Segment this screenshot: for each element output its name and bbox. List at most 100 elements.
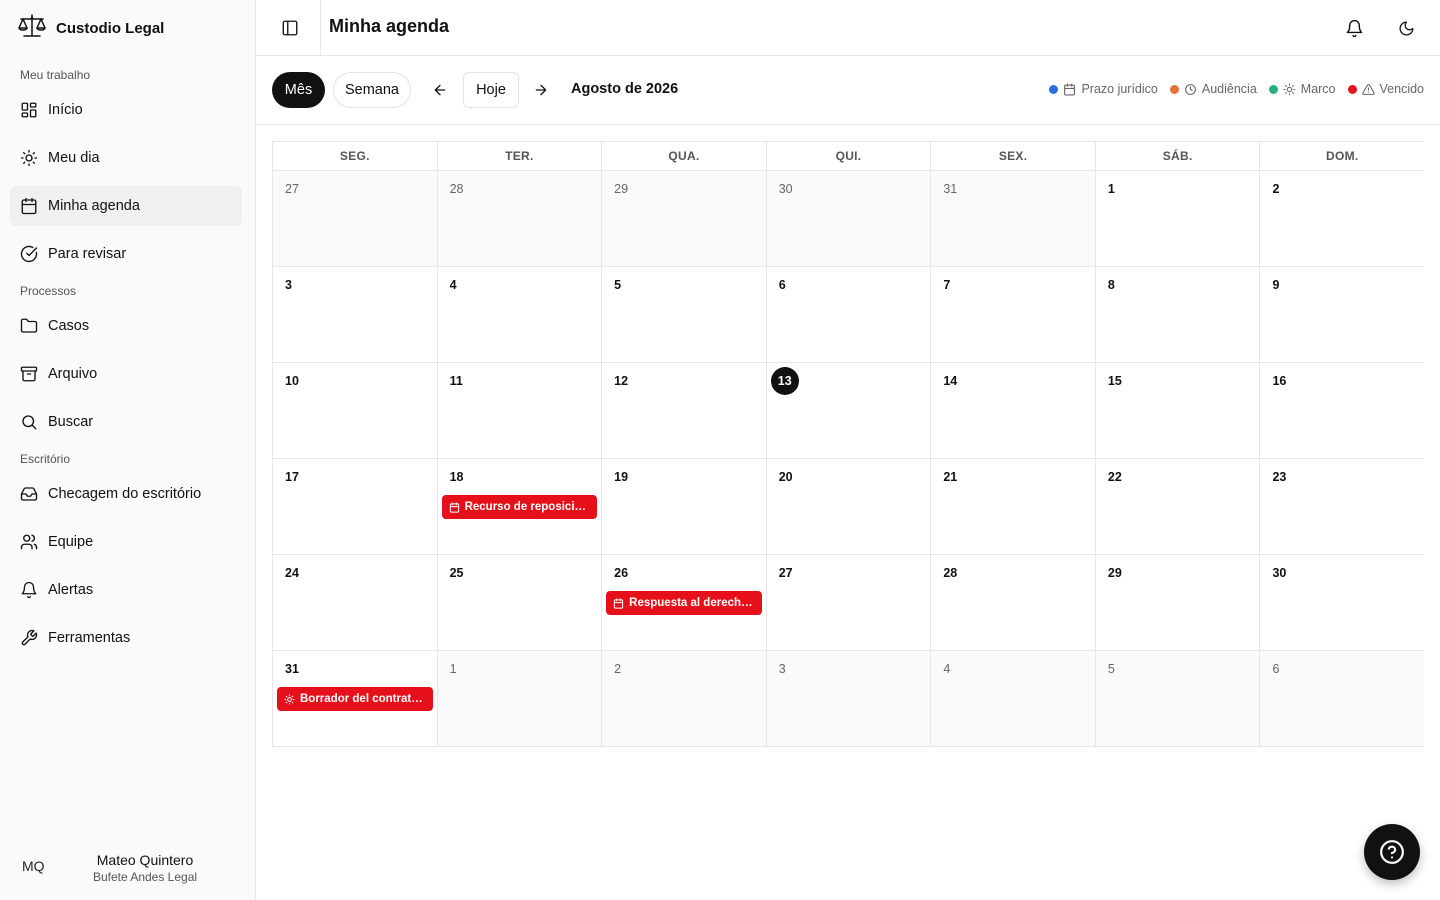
day-number: 19 xyxy=(614,470,629,484)
calendar-day-cell[interactable]: 9 xyxy=(1260,267,1425,363)
sidebar-item-tools[interactable]: Ferramentas xyxy=(10,618,242,658)
next-month-button[interactable] xyxy=(531,80,551,100)
calendar-day-cell[interactable]: 8 xyxy=(1095,267,1261,363)
day-number: 10 xyxy=(285,374,299,388)
sidebar-toggle-button[interactable] xyxy=(278,16,302,40)
calendar-day-cell[interactable]: 15 xyxy=(1095,363,1261,459)
calendar-day-cell[interactable]: 30 xyxy=(766,171,932,267)
sidebar-item-label: Alertas xyxy=(48,582,94,598)
calendar-day-cell[interactable]: 2 xyxy=(602,651,767,747)
sidebar-item-label: Meu dia xyxy=(48,150,100,166)
calendar-day-cell[interactable]: 5 xyxy=(602,267,767,363)
notifications-button[interactable] xyxy=(1342,16,1366,40)
calendar-day-cell[interactable]: 14 xyxy=(931,363,1096,459)
calendar-day-cell[interactable]: 3 xyxy=(766,651,932,747)
event-chip[interactable]: Respuesta al derecho... xyxy=(606,591,762,615)
sidebar-item-cases[interactable]: Casos xyxy=(10,306,242,346)
sidebar-item-my-day[interactable]: Meu dia xyxy=(10,138,242,178)
weekday-label: SEX. xyxy=(931,142,1096,171)
calendar-icon xyxy=(1064,83,1076,95)
legend-item-deadline: Prazo jurídico xyxy=(1049,82,1158,96)
calendar-day-cell[interactable]: 27 xyxy=(273,171,438,267)
sidebar-item-my-agenda[interactable]: Minha agenda xyxy=(10,186,242,226)
calendar-day-cell[interactable]: 1 xyxy=(437,651,603,747)
calendar-day-cell[interactable]: 10 xyxy=(273,363,438,459)
legend-item-milestone: Marco xyxy=(1268,82,1336,96)
calendar-toolbar: Mês Semana Hoje Agosto de 2026 Prazo jur… xyxy=(256,56,1440,125)
sidebar-item-office-check[interactable]: Checagem do escritório xyxy=(10,474,242,514)
day-number: 24 xyxy=(285,566,299,580)
sun-icon xyxy=(284,693,295,705)
view-month-button[interactable]: Mês xyxy=(272,72,325,108)
calendar-day-cell[interactable]: 20 xyxy=(766,459,932,555)
event-chip[interactable]: Recurso de reposició... xyxy=(441,495,598,519)
calendar-day-cell[interactable]: 31 xyxy=(931,171,1096,267)
calendar-day-cell[interactable]: 1 xyxy=(1095,171,1261,267)
calendar-day-cell[interactable]: 30 xyxy=(1260,555,1425,651)
brand-name: Custodio Legal xyxy=(56,19,165,37)
calendar-day-cell[interactable]: 29 xyxy=(1095,555,1261,651)
sidebar-item-archive[interactable]: Arquivo xyxy=(10,354,242,394)
calendar-day-cell[interactable]: 28 xyxy=(931,555,1096,651)
calendar-day-cell[interactable]: 2 xyxy=(1260,171,1425,267)
legend: Prazo jurídico Audiência Marco Vencido xyxy=(1049,82,1424,96)
calendar-day-cell[interactable]: 31 Borrador del contrato... xyxy=(273,651,438,747)
day-number: 26 xyxy=(614,566,629,580)
weekday-label: QUI. xyxy=(766,142,932,171)
calendar-day-cell[interactable]: 12 xyxy=(602,363,767,459)
legend-dot xyxy=(1347,84,1357,94)
calendar-day-cell[interactable]: 24 xyxy=(273,555,438,651)
calendar-day-cell[interactable]: 3 xyxy=(273,267,438,363)
calendar-day-cell[interactable]: 5 xyxy=(1095,651,1261,747)
calendar-day-cell[interactable]: 27 xyxy=(766,555,932,651)
calendar-day-cell[interactable]: 6 xyxy=(766,267,932,363)
calendar-day-cell[interactable]: 21 xyxy=(931,459,1096,555)
calendar-day-cell[interactable]: 7 xyxy=(931,267,1096,363)
section-label-office: Escritório xyxy=(20,452,71,466)
day-number: 11 xyxy=(449,374,463,388)
calendar-day-cell[interactable]: 11 xyxy=(437,363,603,459)
sidebar-item-home[interactable]: Início xyxy=(10,90,242,130)
calendar-day-cell[interactable]: 6 xyxy=(1260,651,1425,747)
sidebar-item-team[interactable]: Equipe xyxy=(10,522,242,562)
previous-month-button[interactable] xyxy=(430,80,450,100)
event-title: Recurso de reposició... xyxy=(464,501,591,513)
calendar-day-cell[interactable]: 25 xyxy=(437,555,603,651)
sidebar-item-label: Para revisar xyxy=(48,246,127,262)
day-number: 29 xyxy=(1107,566,1122,580)
calendar-day-cell[interactable]: 29 xyxy=(602,171,767,267)
sidebar-item-alerts[interactable]: Alertas xyxy=(10,570,242,610)
calendar-day-cell-today[interactable]: 13 xyxy=(766,363,932,459)
weekday-label: SEG. xyxy=(273,142,438,171)
day-number: 1 xyxy=(449,662,457,676)
event-chip[interactable]: Borrador del contrato... xyxy=(277,687,433,711)
calendar-day-cell[interactable]: 18 Recurso de reposició... xyxy=(437,459,603,555)
calendar-day-cell[interactable]: 22 xyxy=(1095,459,1261,555)
calendar-day-cell[interactable]: 26 Respuesta al derecho... xyxy=(602,555,767,651)
calendar-day-cell[interactable]: 17 xyxy=(273,459,438,555)
help-button[interactable] xyxy=(1364,824,1420,880)
sidebar-item-search[interactable]: Buscar xyxy=(10,402,242,442)
weekday-label: DOM. xyxy=(1260,142,1425,171)
view-week-button[interactable]: Semana xyxy=(333,72,411,108)
sidebar-item-to-review[interactable]: Para revisar xyxy=(10,234,242,274)
weekday-label: TER. xyxy=(437,142,603,171)
brand[interactable]: Custodio Legal xyxy=(16,13,165,44)
scales-icon xyxy=(16,13,48,44)
calendar-week: 10 11 12 13 14 15 16 xyxy=(272,363,1425,459)
day-number: 6 xyxy=(778,278,786,292)
theme-toggle-button[interactable] xyxy=(1394,16,1418,40)
day-number: 23 xyxy=(1272,470,1287,484)
check-circle-icon xyxy=(20,245,38,263)
calendar-day-cell[interactable]: 4 xyxy=(931,651,1096,747)
calendar-day-cell[interactable]: 28 xyxy=(437,171,603,267)
calendar-day-cell[interactable]: 23 xyxy=(1260,459,1425,555)
calendar-day-cell[interactable]: 19 xyxy=(602,459,767,555)
today-button[interactable]: Hoje xyxy=(463,72,519,108)
calendar-day-cell[interactable]: 4 xyxy=(437,267,603,363)
calendar-day-cell[interactable]: 16 xyxy=(1260,363,1425,459)
user-profile[interactable]: MQ Mateo Quintero Bufete Andes Legal xyxy=(0,830,255,900)
weekday-header: SEG. TER. QUA. QUI. SEX. SÁB. DOM. xyxy=(272,141,1425,171)
day-number: 29 xyxy=(614,182,629,196)
day-number: 6 xyxy=(1272,662,1280,676)
